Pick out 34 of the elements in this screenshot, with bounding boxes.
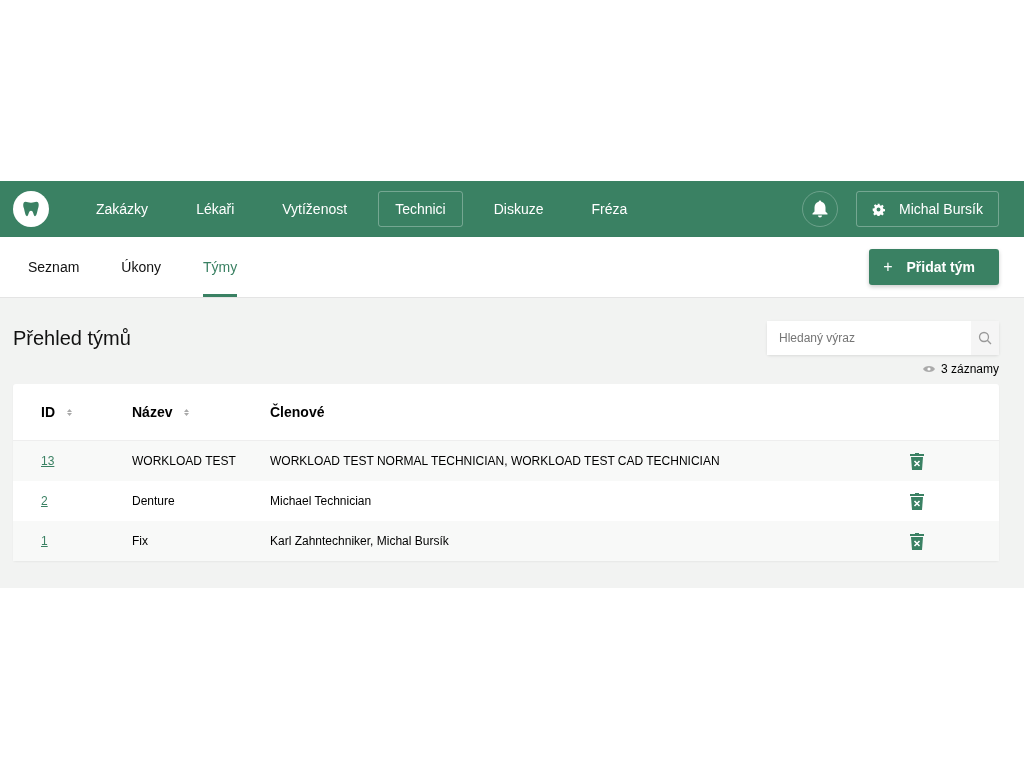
nav-link[interactable]: Fréza [574, 191, 645, 227]
delete-icon[interactable] [910, 452, 924, 470]
table-cell: Michael Technician [270, 494, 372, 508]
table-cell: WORKLOAD TEST [132, 454, 236, 468]
sort-icon[interactable] [184, 408, 190, 416]
sort-icon[interactable] [67, 408, 72, 416]
sub-tab[interactable]: Seznam [28, 237, 80, 297]
table-cell: WORKLOAD TEST NORMAL TECHNICIAN, WORKLOAD TEST CAD TECHNICIAN [270, 454, 720, 468]
id-link[interactable]: 1 [41, 534, 48, 548]
nav-link[interactable]: Lékaři [179, 191, 252, 227]
column-header[interactable]: Název [132, 404, 173, 420]
gear-icon [871, 202, 885, 216]
column-header[interactable]: ID [41, 404, 55, 420]
id-link[interactable]: 13 [41, 454, 55, 468]
eye-icon [922, 365, 935, 373]
page-heading: Přehled týmů [13, 326, 131, 350]
search-icon[interactable] [971, 321, 999, 355]
record-count: 3 záznamy [940, 362, 999, 376]
id-link[interactable]: 2 [41, 494, 48, 508]
table-cell: Karl Zahntechniker, Michal Bursík [270, 534, 449, 548]
tooth-logo-icon[interactable] [13, 191, 49, 227]
nav-link[interactable]: Technici [378, 191, 463, 227]
table-cell: Denture [132, 494, 175, 508]
nav-link[interactable]: Diskuze [476, 191, 561, 227]
column-header: Členové [270, 404, 325, 420]
nav-link[interactable]: Zakázky [79, 191, 166, 227]
user-button[interactable]: Michal Bursík [855, 191, 999, 227]
table-cell: Fix [132, 534, 148, 548]
delete-icon[interactable] [910, 532, 924, 550]
add-team-button[interactable]: + Přidat tým [869, 249, 999, 285]
sub-tab[interactable]: Úkony [121, 237, 162, 297]
nav-link[interactable]: Vytíženost [265, 191, 365, 227]
search-field[interactable]: Hledaný výraz [767, 321, 999, 355]
delete-icon[interactable] [910, 492, 924, 510]
